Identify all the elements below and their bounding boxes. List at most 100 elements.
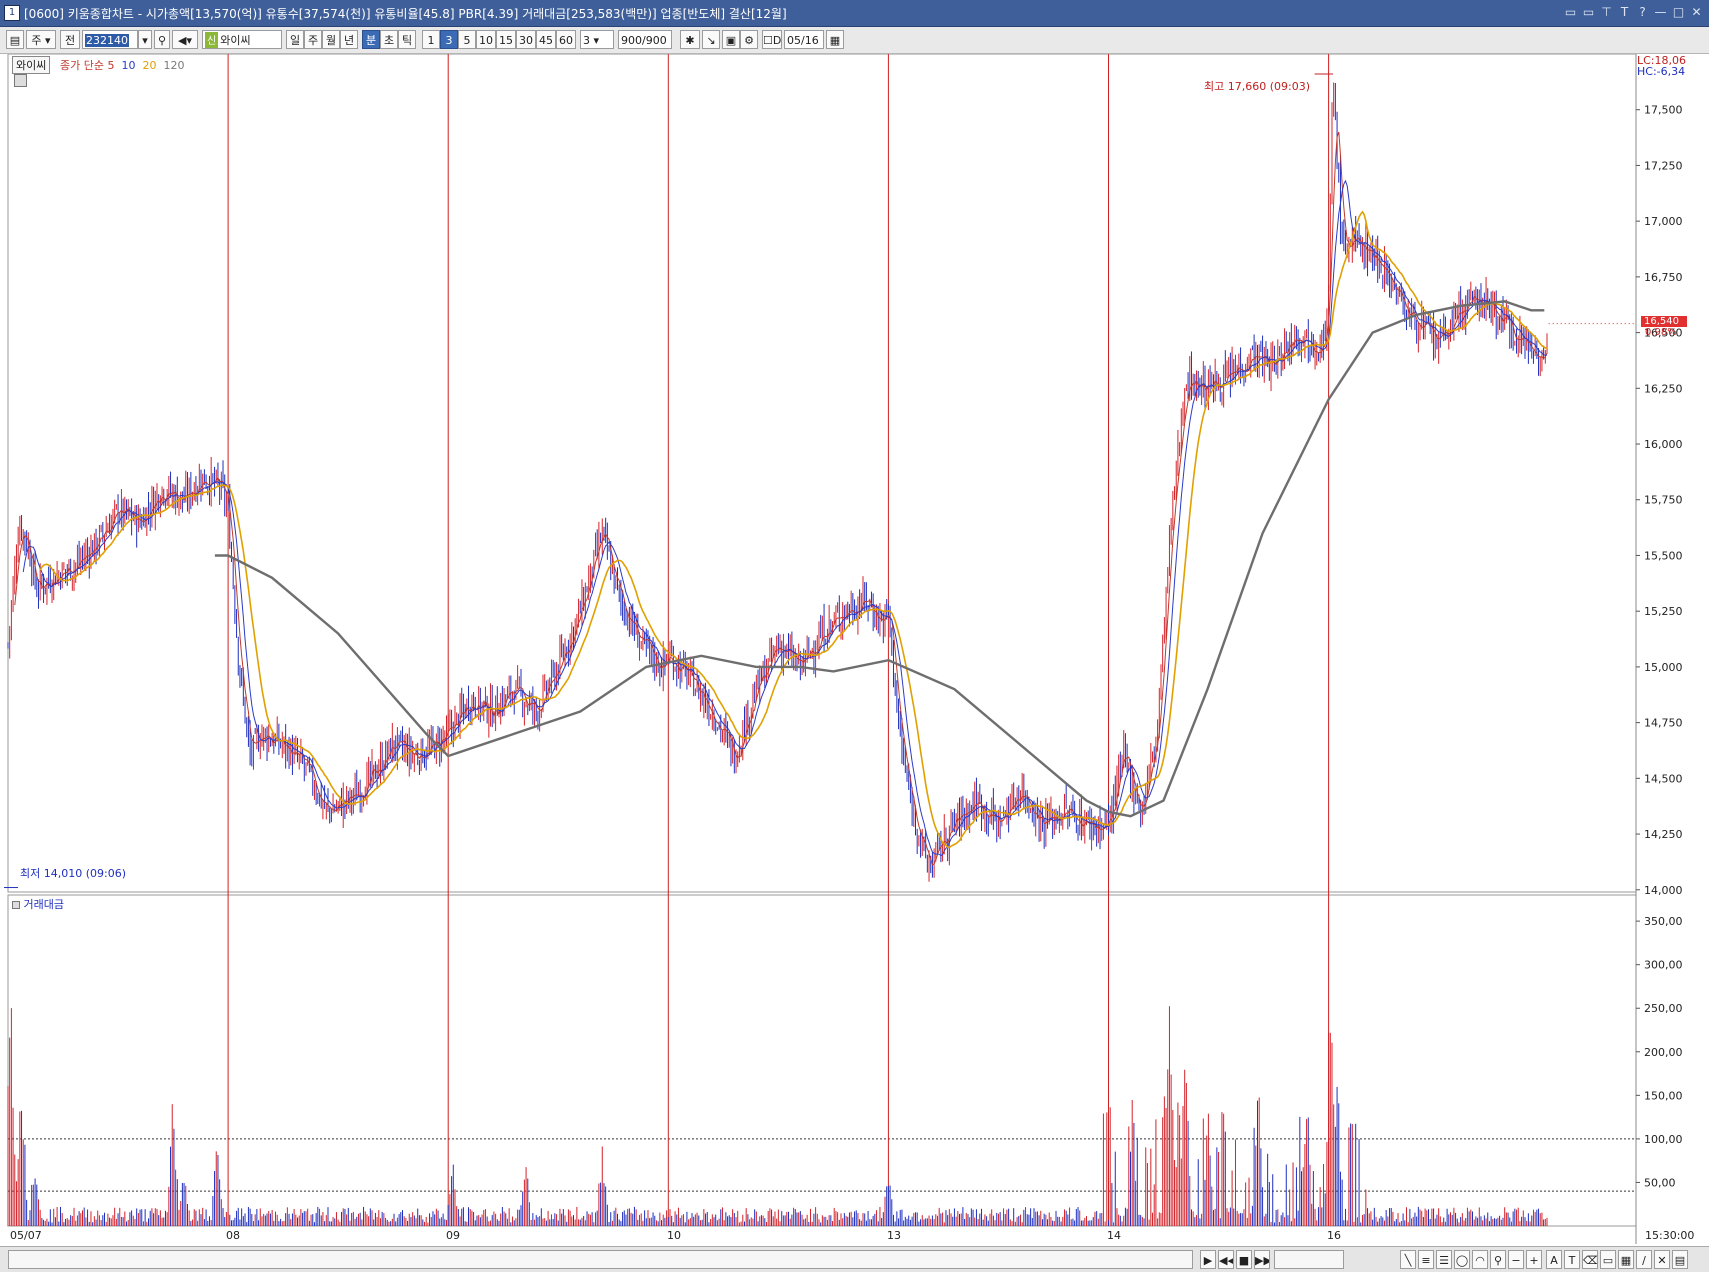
window-title: [0600] 키움종합차트 - 시가총액[13,570(억)] 유통수[37,5… — [24, 7, 787, 21]
stock-tag: 신 — [205, 32, 219, 48]
chart-scrollbar[interactable] — [8, 1250, 1193, 1269]
period-tick[interactable]: 틱 — [398, 30, 416, 49]
date-label-1: 08 — [226, 1229, 240, 1242]
stock-tab[interactable]: 와이씨 — [12, 56, 51, 74]
price-tick-label: 14,000 — [1644, 884, 1683, 897]
date-label-2: 09 — [446, 1229, 460, 1242]
text-tool-icon[interactable]: A — [1546, 1250, 1562, 1269]
price-tick-label: 16,750 — [1644, 271, 1683, 284]
box-tool-icon[interactable]: ▭ — [1600, 1250, 1616, 1269]
draw-tool-icon[interactable]: ↘ — [702, 30, 720, 49]
interval-3[interactable]: 3 — [440, 30, 458, 49]
period-year[interactable]: 년 — [340, 30, 358, 49]
stock-name: 와이씨 — [220, 34, 251, 47]
price-tick-label: 15,750 — [1644, 494, 1683, 507]
market-select[interactable]: 전 — [60, 30, 80, 49]
zoom-out-icon[interactable]: − — [1508, 1250, 1524, 1269]
price-tick-label: 17,000 — [1644, 215, 1683, 228]
trend-line-icon[interactable]: ╲ — [1400, 1250, 1416, 1269]
volume-panel-title: 거래대금 — [23, 898, 64, 911]
ma-legend-120: 120 — [163, 59, 185, 72]
font-icon[interactable]: T — [1618, 4, 1631, 20]
interval-30[interactable]: 30 — [516, 30, 536, 49]
date-input[interactable]: 05/16 — [784, 30, 824, 49]
price-tick-label: 14,750 — [1644, 717, 1683, 730]
play-icon[interactable]: ▶ — [1200, 1250, 1216, 1269]
layout-icon[interactable]: ▤ — [6, 30, 24, 49]
erase-icon[interactable]: ⌫ — [1582, 1250, 1598, 1269]
date-label-3: 10 — [667, 1229, 681, 1242]
date-checkbox[interactable]: ☐D — [762, 30, 782, 49]
interval-10[interactable]: 10 — [476, 30, 496, 49]
current-price-badge: 16,540 — [1641, 316, 1687, 327]
table-toggle-icon[interactable] — [14, 73, 27, 87]
arc-tool-icon[interactable]: ◠ — [1472, 1250, 1488, 1269]
code-input[interactable]: 232140 — [82, 30, 138, 49]
minimize-icon[interactable]: — — [1654, 4, 1667, 20]
price-volume-chart[interactable]: 17,50017,25017,00016,75016,50016,25016,0… — [0, 54, 1709, 1260]
type-select[interactable]: 주 ▾ — [26, 30, 56, 49]
date-label-4: 13 — [887, 1229, 901, 1242]
price-tick-label: 16,000 — [1644, 438, 1683, 451]
price-tick-label: 15,500 — [1644, 549, 1683, 562]
zoom-icon[interactable]: ⚲ — [1490, 1250, 1506, 1269]
forward-icon[interactable]: ▶▶ — [1254, 1250, 1270, 1269]
search-icon[interactable]: ⚲ — [154, 30, 170, 49]
line-tool-icon[interactable]: ∕ — [1636, 1250, 1652, 1269]
fibonacci-icon[interactable]: ☰ — [1436, 1250, 1452, 1269]
count-input[interactable]: 900/900 — [618, 30, 672, 49]
price-tick-label: 17,500 — [1644, 104, 1683, 117]
period-day[interactable]: 일 — [286, 30, 304, 49]
rewind-icon[interactable]: ◀◀ — [1218, 1250, 1234, 1269]
price-tick-label: 17,250 — [1644, 159, 1683, 172]
calendar-icon[interactable]: ▦ — [826, 30, 844, 49]
code-dropdown-icon[interactable]: ▾ — [138, 30, 152, 49]
circle-tool-icon[interactable]: ◯ — [1454, 1250, 1470, 1269]
interval-60[interactable]: 60 — [556, 30, 576, 49]
ma-legend-5: 5 — [107, 59, 115, 72]
ma-legend[interactable]: 종가 단순 5 10 20 120 — [60, 57, 184, 73]
indicator-icon[interactable]: ✱ — [680, 30, 700, 49]
title-bar: 1 [0600] 키움종합차트 - 시가총액[13,570(억)] 유통수[37… — [0, 0, 1709, 27]
help-icon[interactable]: ? — [1636, 4, 1649, 20]
stop-icon[interactable]: ■ — [1236, 1250, 1252, 1269]
layout-icon-2[interactable]: ▤ — [1672, 1250, 1688, 1269]
volume-tick-label: 50,00 — [1644, 1176, 1676, 1189]
maximize-icon[interactable]: □ — [1672, 4, 1685, 20]
code-value: 232140 — [85, 34, 129, 47]
delete-icon[interactable]: ✕ — [1654, 1250, 1670, 1269]
interval-45[interactable]: 45 — [536, 30, 556, 49]
chart-area[interactable]: 17,500 17,250 17,000 16,750 16,500 16,250 16,0… — [0, 54, 1709, 1260]
pin-icon[interactable]: ⊤ — [1600, 4, 1613, 20]
interval-15[interactable]: 15 — [496, 30, 516, 49]
interval-select[interactable]: 3 ▾ — [580, 30, 614, 49]
time-label: 15:30:00 — [1645, 1229, 1695, 1242]
period-month[interactable]: 월 — [322, 30, 340, 49]
stock-name-field[interactable]: 신 와이씨 — [202, 30, 282, 49]
volume-tick-label: 300,00 — [1644, 959, 1683, 972]
period-minute[interactable]: 분 — [362, 30, 380, 49]
save-icon[interactable]: ▣ — [722, 30, 740, 49]
volume-tick-label: 150,00 — [1644, 1089, 1683, 1102]
period-second[interactable]: 초 — [380, 30, 398, 49]
speed-slider[interactable] — [1274, 1250, 1344, 1269]
grid-tool-icon[interactable]: ▦ — [1618, 1250, 1634, 1269]
copy-icon[interactable]: ▭ — [1582, 4, 1595, 20]
period-week[interactable]: 주 — [304, 30, 322, 49]
text-style-icon[interactable]: T — [1564, 1250, 1580, 1269]
chart-navigation-bar: ▶ ◀◀ ■ ▶▶ ╲ ≡ ☰ ◯ ◠ ⚲ − + A T ⌫ ▭ ▦ ∕ ✕ … — [0, 1246, 1709, 1272]
date-label-0: 05/07 — [10, 1229, 42, 1242]
zoom-in-icon[interactable]: + — [1526, 1250, 1542, 1269]
restore-link-icon[interactable]: ▭ — [1564, 4, 1577, 20]
type-select-label: 주 — [31, 34, 42, 47]
chart-toolbar: ▤ 주 ▾ 전 232140 ▾ ⚲ ◀▾ 신 와이씨 일 주 월 년 분 초 틱… — [0, 27, 1709, 54]
price-tick-label: 14,250 — [1644, 828, 1683, 841]
sound-icon[interactable]: ◀▾ — [172, 30, 198, 49]
close-icon[interactable]: ✕ — [1690, 4, 1703, 20]
channel-icon[interactable]: ≡ — [1418, 1250, 1434, 1269]
settings-gear-icon[interactable]: ⚙ — [740, 30, 758, 49]
interval-1[interactable]: 1 — [422, 30, 440, 49]
hc-label: HC:-6,34 — [1637, 65, 1686, 78]
interval-5[interactable]: 5 — [458, 30, 476, 49]
stock-tab-label: 와이씨 — [12, 56, 51, 74]
